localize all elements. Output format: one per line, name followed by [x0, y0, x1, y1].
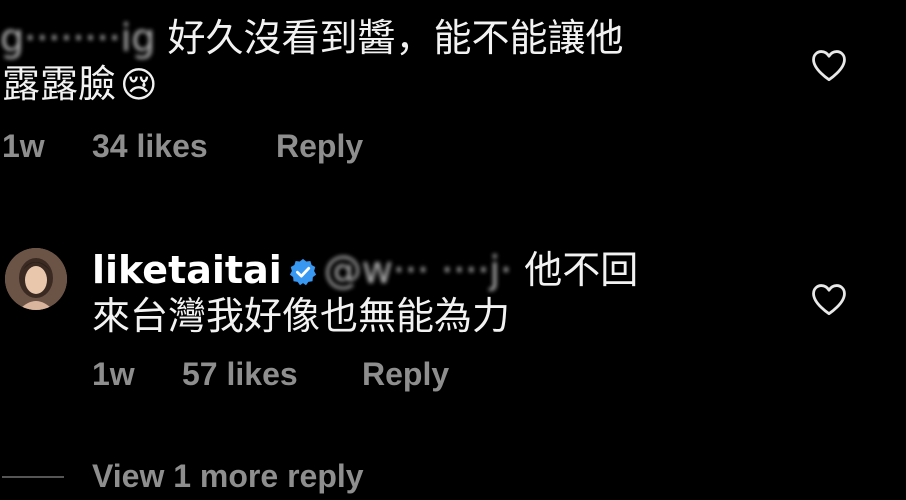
comment-2-mention[interactable]: @w··· ····j· [324, 248, 512, 292]
comment-2-text-line-1-end: 他不回 [524, 248, 639, 292]
verified-badge-icon [289, 258, 316, 286]
comment-2-likes[interactable]: 57 likes [182, 356, 298, 393]
replies-divider [2, 476, 64, 478]
avatar-image [5, 248, 67, 310]
comment-1-line-2: 露露臉 😢 [2, 62, 158, 108]
comment-2-line-1: liketaitai @w··· ····j· 他不回 [92, 248, 638, 292]
avatar[interactable] [5, 248, 67, 310]
view-more-replies-button[interactable]: View 1 more reply [92, 458, 364, 495]
heart-outline-icon[interactable] [810, 48, 848, 82]
comment-2-username[interactable]: liketaitai [92, 248, 282, 292]
heart-outline-icon[interactable] [810, 282, 848, 316]
comment-2-reply-button[interactable]: Reply [362, 356, 449, 393]
comment-2-time: 1w [92, 356, 135, 392]
comment-2-text-line-2: 來台灣我好像也無能為力 [92, 294, 511, 338]
comment-1-text-line-2: 露露臉 [2, 62, 117, 106]
comment-1-time: 1w [2, 128, 45, 164]
comment-1-likes[interactable]: 34 likes [92, 128, 208, 165]
crying-face-emoji: 😢 [120, 65, 158, 106]
comment-1-username[interactable]: g········ig [0, 16, 155, 60]
comment-1-text-line-1: 好久沒看到醬，能不能讓他 [167, 16, 624, 60]
comment-1-line-1: g········ig 好久沒看到醬，能不能讓他 [0, 16, 624, 60]
comment-1-reply-button[interactable]: Reply [276, 128, 363, 165]
